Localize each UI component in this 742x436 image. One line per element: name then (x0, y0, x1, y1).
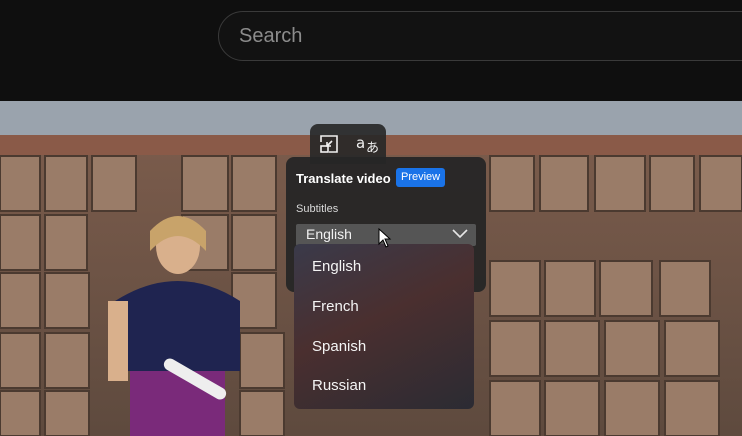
translate-icon[interactable]: a あ (352, 130, 382, 158)
selected-language: English (306, 226, 352, 242)
language-option-spanish[interactable]: Spanish (312, 338, 366, 355)
language-option-english[interactable]: English (312, 258, 361, 275)
search-box[interactable] (218, 11, 742, 61)
svg-text:あ: あ (366, 141, 379, 155)
language-dropdown: English French Spanish Russian (294, 244, 474, 409)
chevron-down-icon (452, 229, 468, 239)
pip-icon[interactable] (314, 130, 344, 158)
svg-text:a: a (356, 134, 365, 152)
preview-badge: Preview (396, 168, 446, 187)
mouse-cursor-icon (378, 228, 392, 248)
top-bar (0, 0, 742, 101)
language-option-russian[interactable]: Russian (312, 377, 366, 394)
subtitles-label: Subtitles (296, 203, 339, 215)
search-input[interactable] (239, 12, 719, 60)
language-option-french[interactable]: French (312, 298, 359, 315)
panel-title: Translate video (296, 171, 391, 186)
